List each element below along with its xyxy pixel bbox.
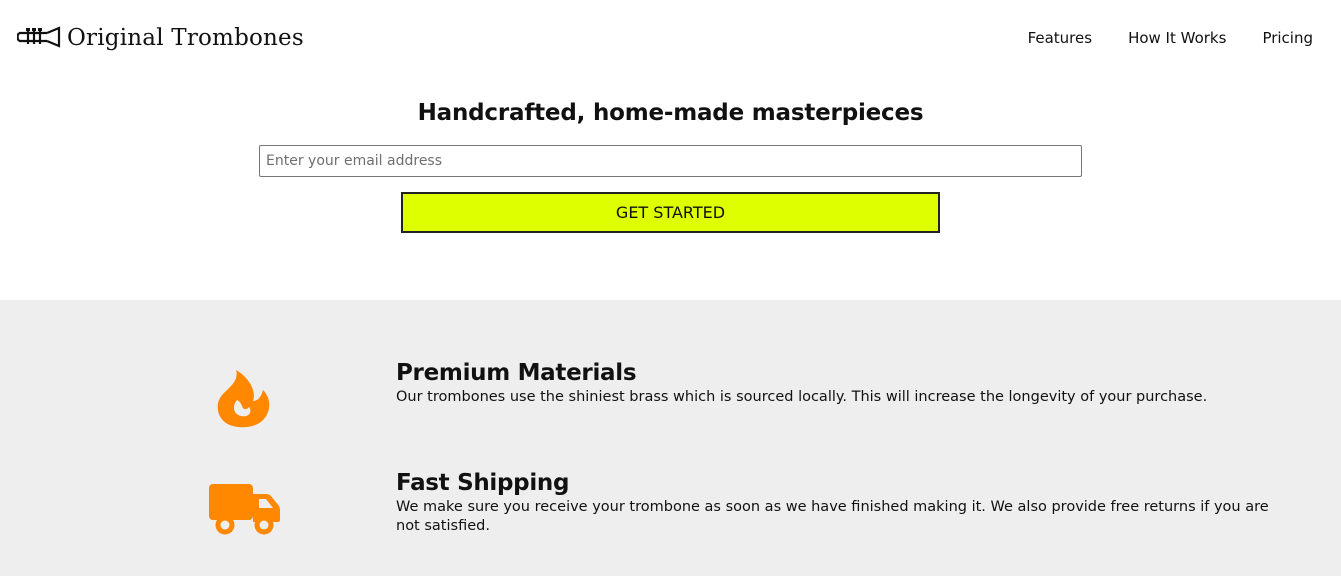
- feature-title: Fast Shipping: [396, 470, 570, 496]
- feature-description: We make sure you receive your trombone a…: [396, 499, 1269, 534]
- nav-link-how-it-works[interactable]: How It Works: [1128, 29, 1226, 47]
- features-section: Premium Materials Our trombones use the …: [0, 300, 1341, 576]
- feature-title: Premium Materials: [396, 360, 637, 386]
- nav-link-features[interactable]: Features: [1028, 29, 1093, 47]
- main-nav: Features How It Works Pricing: [992, 29, 1313, 47]
- brand-logo[interactable]: Original Trombones: [17, 21, 304, 55]
- brand-name: Original Trombones: [67, 25, 304, 51]
- hero-title: Handcrafted, home-made masterpieces: [417, 100, 924, 126]
- nav-link-pricing[interactable]: Pricing: [1262, 29, 1313, 47]
- trombone-icon: [17, 26, 61, 50]
- feature-description: Our trombones use the shiniest brass whi…: [396, 389, 1208, 405]
- email-input[interactable]: [259, 145, 1082, 177]
- site-header: Original Trombones Features How It Works…: [0, 0, 1341, 78]
- get-started-button[interactable]: GET STARTED: [401, 192, 940, 233]
